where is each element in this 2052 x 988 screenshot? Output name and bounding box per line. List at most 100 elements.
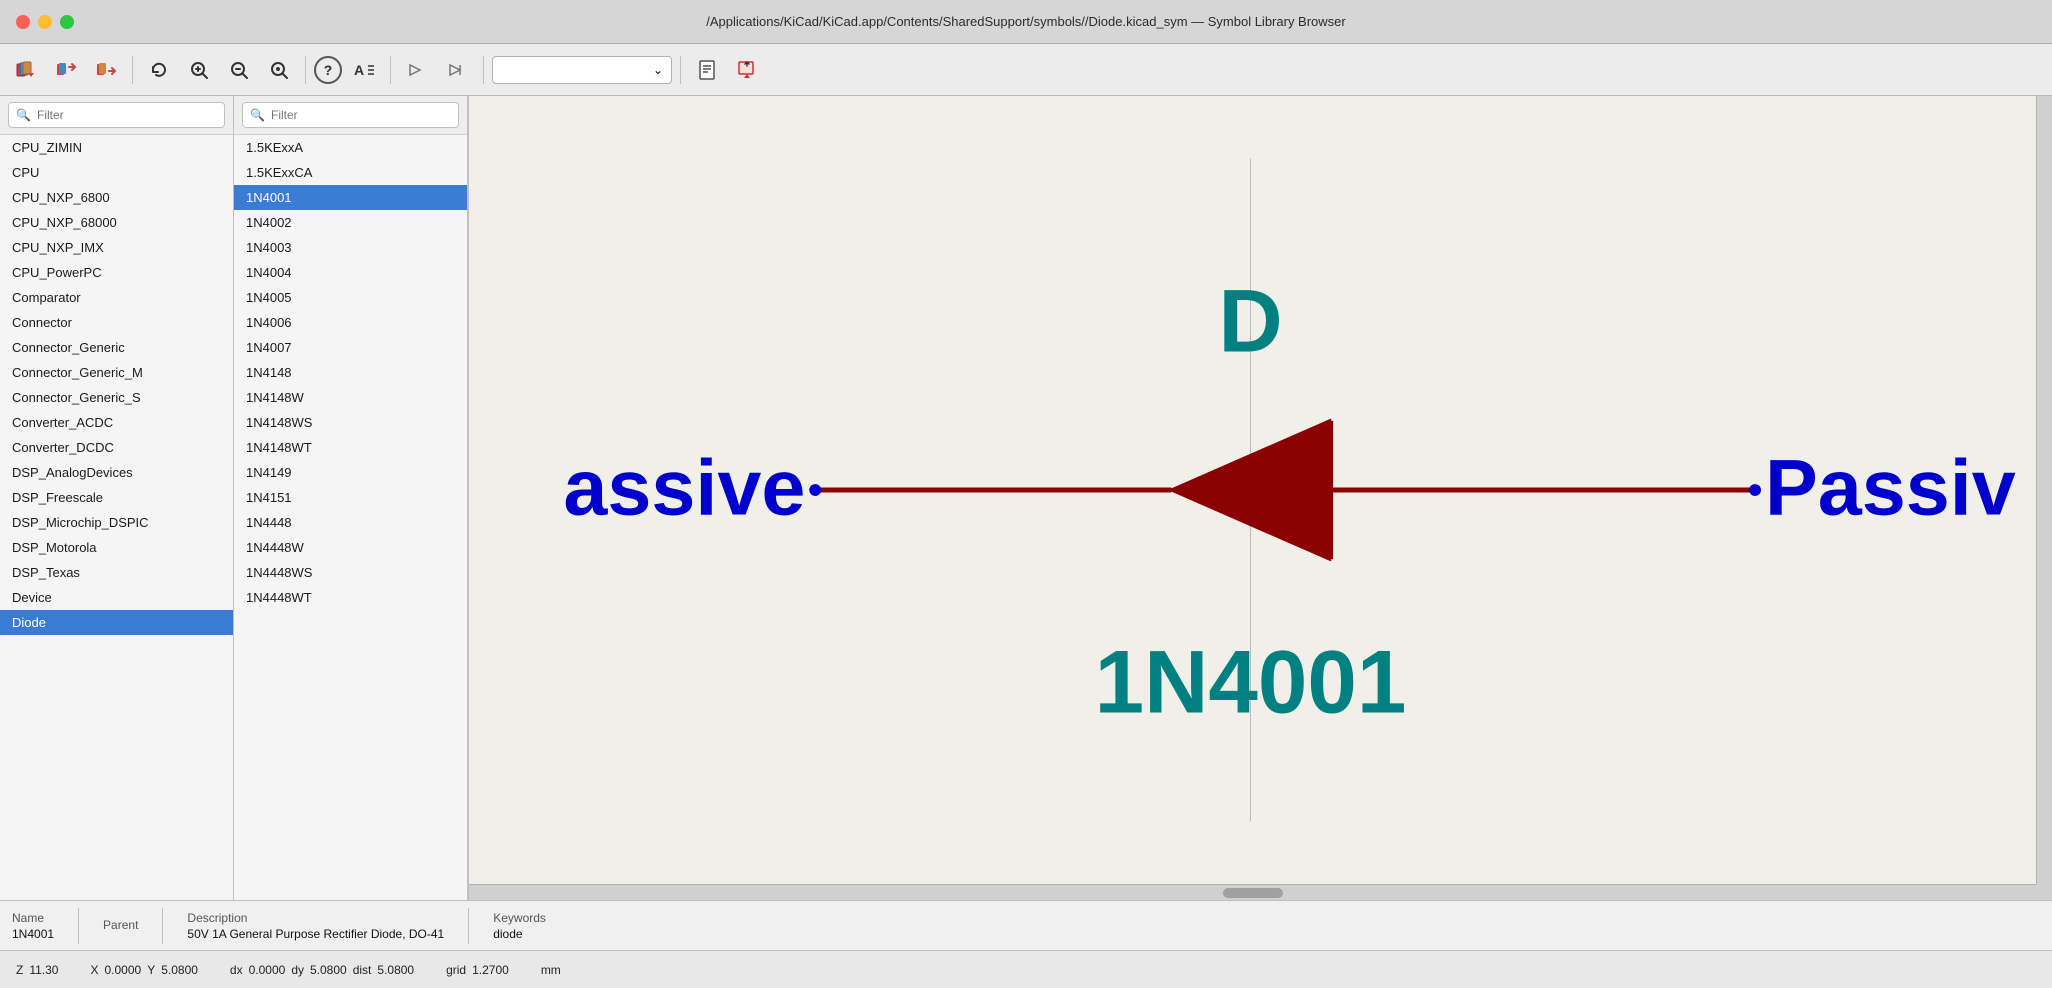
sym-filter-box: 🔍: [234, 96, 467, 135]
symbol-list-item[interactable]: 1N4448WS: [234, 560, 467, 585]
symbol-panel: 🔍 1.5KExxA1.5KExxCA1N40011N40021N40031N4…: [234, 96, 468, 900]
info-bar: Name 1N4001 Parent Description 50V 1A Ge…: [0, 900, 2052, 950]
library-list-item[interactable]: Converter_ACDC: [0, 410, 233, 435]
zoom-fit-button[interactable]: [261, 52, 297, 88]
zoom-out-button[interactable]: [221, 52, 257, 88]
description-info: Description 50V 1A General Purpose Recti…: [187, 911, 444, 941]
zoom-status: Z 11.30: [16, 963, 58, 977]
svg-text:assive: assive: [563, 443, 805, 532]
symbol-list-item[interactable]: 1N4149: [234, 460, 467, 485]
help-button[interactable]: ?: [314, 56, 342, 84]
description-value: 50V 1A General Purpose Rectifier Diode, …: [187, 927, 444, 941]
svg-text:D: D: [1218, 271, 1282, 371]
name-label: Name: [12, 911, 54, 925]
dx-value: 0.0000: [249, 963, 286, 977]
symbol-list-item[interactable]: 1N4003: [234, 235, 467, 260]
canvas-content: D 1N4001 assive Passiv: [469, 96, 2036, 884]
info-sep-3: [468, 908, 469, 944]
symbol-list-item[interactable]: 1N4148WT: [234, 435, 467, 460]
sym-filter-input[interactable]: [242, 102, 459, 128]
separator-5: [680, 56, 681, 84]
canvas-area: D 1N4001 assive Passiv: [468, 96, 2052, 900]
export-button[interactable]: [88, 52, 124, 88]
symbol-list-item[interactable]: 1N4001: [234, 185, 467, 210]
add-to-schematic-button[interactable]: [729, 52, 765, 88]
library-list-item[interactable]: CPU_ZIMIN: [0, 135, 233, 160]
symbol-filter-dropdown[interactable]: ⌄: [492, 56, 672, 84]
library-list-item[interactable]: CPU_NXP_68000: [0, 210, 233, 235]
library-list-item[interactable]: Connector: [0, 310, 233, 335]
minimize-button[interactable]: [38, 15, 52, 29]
library-list-item[interactable]: DSP_Motorola: [0, 535, 233, 560]
lib-filter-input[interactable]: [8, 102, 225, 128]
symbol-list-item[interactable]: 1N4006: [234, 310, 467, 335]
library-list-item[interactable]: CPU_NXP_IMX: [0, 235, 233, 260]
datasheet-button[interactable]: [689, 52, 725, 88]
symbol-list-item[interactable]: 1N4448WT: [234, 585, 467, 610]
info-sep-2: [162, 908, 163, 944]
symbol-list-item[interactable]: 1N4005: [234, 285, 467, 310]
zoom-label: Z: [16, 963, 23, 977]
grid-label: grid: [446, 963, 466, 977]
library-list-item[interactable]: CPU_NXP_6800: [0, 185, 233, 210]
power-symbol-button[interactable]: [439, 52, 475, 88]
zoom-value: 11.30: [29, 963, 58, 977]
library-list-item[interactable]: Converter_DCDC: [0, 435, 233, 460]
refresh-button[interactable]: [141, 52, 177, 88]
separator-4: [483, 56, 484, 84]
diode-canvas: D 1N4001 assive Passiv: [469, 96, 2036, 884]
pin-info-button[interactable]: A: [346, 52, 382, 88]
symbol-list-item[interactable]: 1.5KExxA: [234, 135, 467, 160]
zoom-in-button[interactable]: [181, 52, 217, 88]
symbol-list-item[interactable]: 1N4148: [234, 360, 467, 385]
dropdown-arrow-icon: ⌄: [653, 63, 663, 77]
library-list-item[interactable]: DSP_AnalogDevices: [0, 460, 233, 485]
close-button[interactable]: [16, 15, 30, 29]
symbol-list-item[interactable]: 1N4151: [234, 485, 467, 510]
library-list-item[interactable]: DSP_Freescale: [0, 485, 233, 510]
unit-value: mm: [541, 963, 561, 977]
symbol-list: 1.5KExxA1.5KExxCA1N40011N40021N40031N400…: [234, 135, 467, 900]
dist-value: 5.0800: [377, 963, 414, 977]
symbol-list-item[interactable]: 1N4002: [234, 210, 467, 235]
library-list: CPU_ZIMINCPUCPU_NXP_6800CPU_NXP_68000CPU…: [0, 135, 233, 900]
svg-text:Passiv: Passiv: [1765, 443, 2016, 532]
symbol-list-item[interactable]: 1N4007: [234, 335, 467, 360]
svg-text:1N4001: 1N4001: [1095, 632, 1407, 732]
keywords-value: diode: [493, 927, 546, 941]
vertical-scrollbar[interactable]: [2036, 96, 2052, 884]
symbol-list-item[interactable]: 1N4448: [234, 510, 467, 535]
symbol-list-item[interactable]: 1N4448W: [234, 535, 467, 560]
symbol-list-item[interactable]: 1N4148W: [234, 385, 467, 410]
library-list-item[interactable]: DSP_Texas: [0, 560, 233, 585]
horizontal-scrollbar[interactable]: [469, 884, 2036, 900]
library-list-item[interactable]: Diode: [0, 610, 233, 635]
library-list-item[interactable]: DSP_Microchip_DSPIC: [0, 510, 233, 535]
info-sep-1: [78, 908, 79, 944]
open-library-button[interactable]: [8, 52, 44, 88]
library-list-item[interactable]: Connector_Generic_S: [0, 385, 233, 410]
library-list-item[interactable]: Device: [0, 585, 233, 610]
parent-info: Parent: [103, 918, 138, 934]
dx-label: dx: [230, 963, 243, 977]
grid-status: grid 1.2700: [446, 963, 509, 977]
load-symbols-button[interactable]: [48, 52, 84, 88]
symbol-list-item[interactable]: 1N4004: [234, 260, 467, 285]
parent-label: Parent: [103, 918, 138, 932]
scrollbar-corner: [2036, 884, 2052, 900]
library-list-item[interactable]: CPU: [0, 160, 233, 185]
dy-value: 5.0800: [310, 963, 347, 977]
keywords-label: Keywords: [493, 911, 546, 925]
maximize-button[interactable]: [60, 15, 74, 29]
x-label: X: [90, 963, 98, 977]
buffer-button[interactable]: [399, 52, 435, 88]
library-list-item[interactable]: Comparator: [0, 285, 233, 310]
y-label: Y: [147, 963, 155, 977]
symbol-list-item[interactable]: 1.5KExxCA: [234, 160, 467, 185]
library-list-item[interactable]: Connector_Generic: [0, 335, 233, 360]
svg-text:A: A: [354, 62, 364, 78]
library-list-item[interactable]: CPU_PowerPC: [0, 260, 233, 285]
symbol-list-item[interactable]: 1N4148WS: [234, 410, 467, 435]
library-list-item[interactable]: Connector_Generic_M: [0, 360, 233, 385]
separator-3: [390, 56, 391, 84]
